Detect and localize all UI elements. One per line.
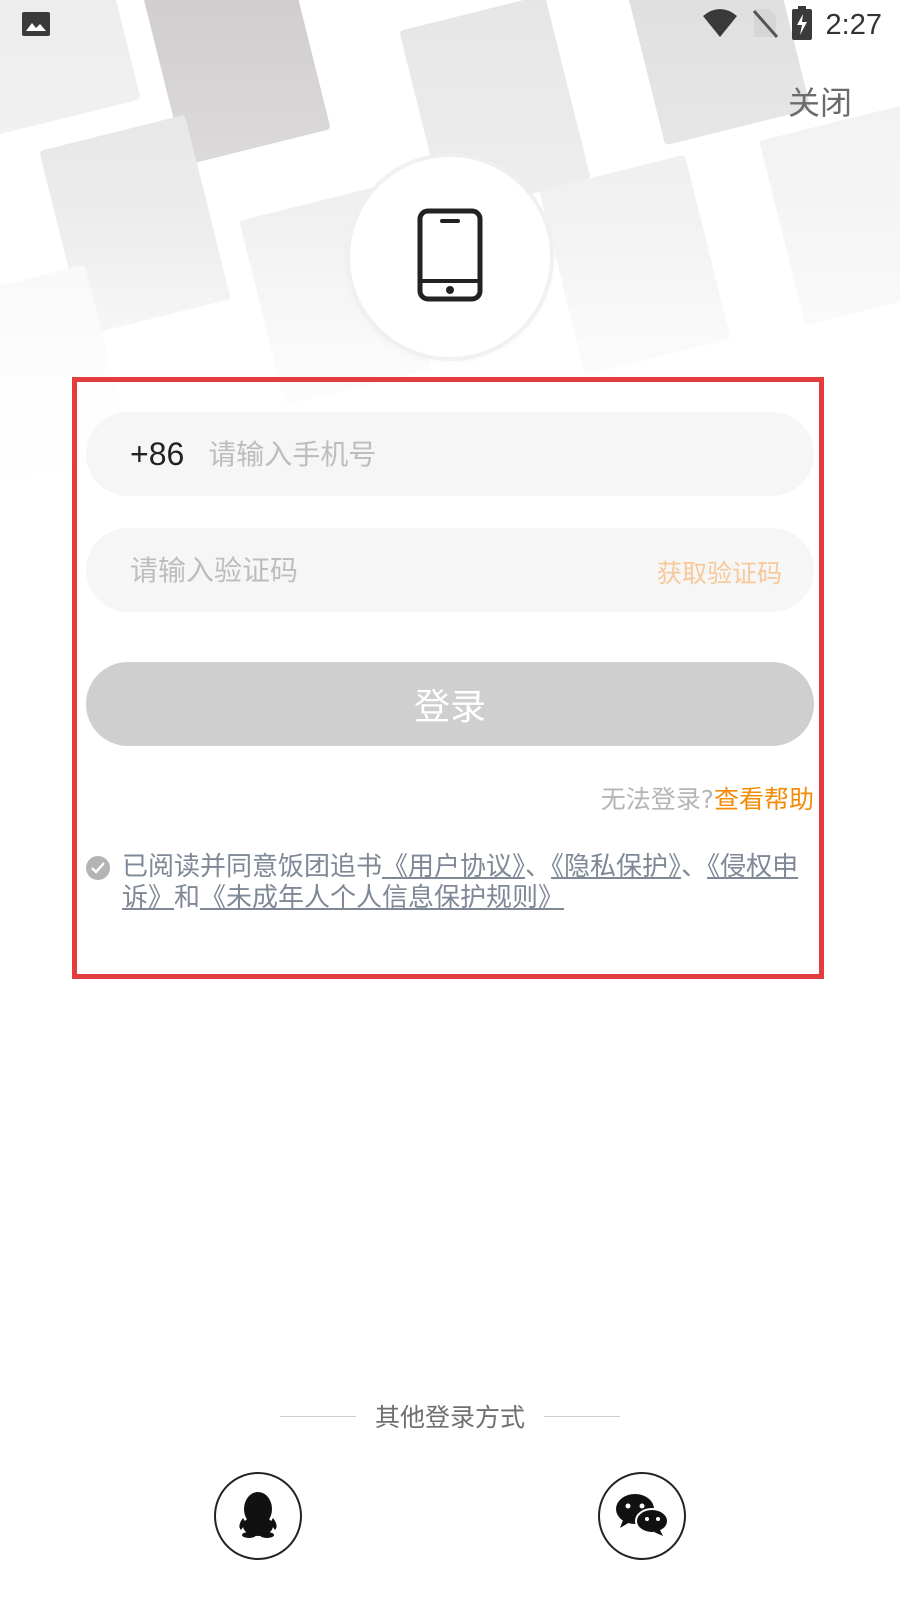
battery-charging-icon xyxy=(791,6,812,44)
clock-time: 2:27 xyxy=(825,8,882,41)
agreement-prefix: 已阅读并同意饭团追书 xyxy=(122,852,383,882)
minor-rules-link[interactable]: 《未成年人个人信息保护规则》 xyxy=(200,883,564,913)
privacy-link[interactable]: 《隐私保护》 xyxy=(551,852,681,882)
smartphone-icon xyxy=(415,207,485,307)
agreement-row: 已阅读并同意饭团追书《用户协议》、《隐私保护》、《侵权申诉》和《未成年人个人信息… xyxy=(86,852,806,914)
divider-line xyxy=(543,1415,620,1417)
user-agreement-link[interactable]: 《用户协议》 xyxy=(382,852,525,882)
phone-input[interactable] xyxy=(208,437,709,471)
and-text: 和 xyxy=(174,883,201,913)
country-code[interactable]: +86 xyxy=(130,436,184,473)
no-sim-icon xyxy=(752,7,778,43)
wifi-icon xyxy=(702,8,738,42)
verification-code-field: 获取验证码 xyxy=(86,528,814,612)
login-button[interactable]: 登录 xyxy=(86,662,814,746)
qq-icon xyxy=(235,1490,281,1542)
separator: 、 xyxy=(681,852,708,882)
qq-login-button[interactable] xyxy=(214,1472,302,1560)
other-login-divider: 其他登录方式 xyxy=(280,1396,620,1436)
get-code-button[interactable]: 获取验证码 xyxy=(657,554,782,590)
phone-login-badge xyxy=(350,157,550,357)
divider-line xyxy=(280,1415,356,1417)
view-help-link[interactable]: 查看帮助 xyxy=(714,785,814,814)
close-button[interactable]: 关闭 xyxy=(788,78,852,124)
status-bar: 2:27 xyxy=(0,0,900,50)
image-icon xyxy=(22,12,50,36)
check-icon xyxy=(91,862,105,874)
verification-code-input[interactable] xyxy=(130,553,610,587)
wechat-icon xyxy=(615,1492,669,1540)
other-login-label: 其他登录方式 xyxy=(374,1403,525,1432)
agreement-text: 已阅读并同意饭团追书《用户协议》、《隐私保护》、《侵权申诉》和《未成年人个人信息… xyxy=(122,852,806,914)
phone-field: +86 xyxy=(86,412,814,496)
cannot-login-text: 无法登录? xyxy=(600,785,714,814)
login-screen: 2:27 关闭 +86 获取验证码 登录 无法登录?查看帮助 已阅读并同意饭团追… xyxy=(0,0,900,1600)
separator: 、 xyxy=(525,852,552,882)
help-row: 无法登录?查看帮助 xyxy=(601,780,814,816)
agreement-checkbox[interactable] xyxy=(86,856,110,880)
wechat-login-button[interactable] xyxy=(598,1472,686,1560)
